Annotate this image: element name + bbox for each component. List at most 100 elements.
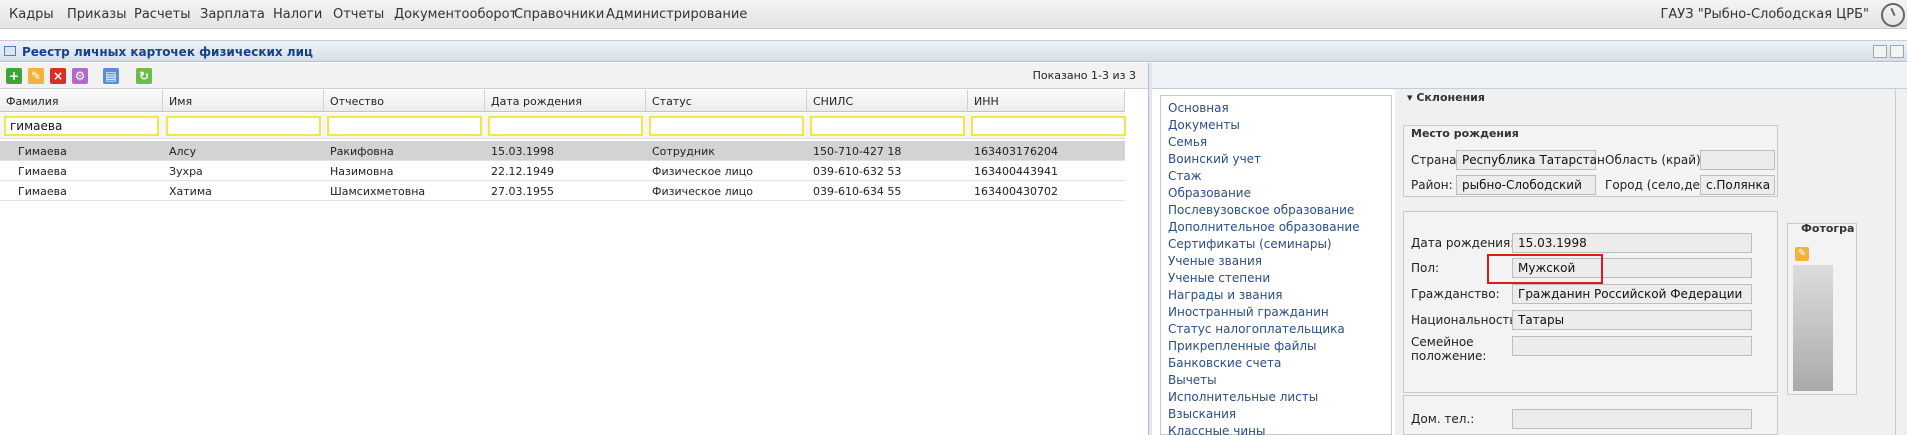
person-card-form: ▾ Склонения Место рождения Страна: Респу… [1395, 89, 1907, 435]
grid-icon [4, 46, 16, 56]
col-inn[interactable]: ИНН [968, 90, 1125, 112]
collapse-icon[interactable] [1890, 45, 1904, 58]
nav-item[interactable]: Прикрепленные файлы [1168, 339, 1317, 353]
panel-splitter[interactable] [1148, 63, 1152, 435]
country-field[interactable]: Республика Татарстан [1456, 150, 1605, 170]
cell-surname: Гимаева [18, 185, 67, 198]
cell-birthdate: 22.12.1949 [491, 165, 554, 178]
menu-administrirovanie[interactable]: Администрирование [606, 7, 747, 22]
delete-icon[interactable]: × [50, 68, 66, 84]
birthplace-legend: Место рождения [1411, 127, 1519, 140]
filter-status-select[interactable] [649, 116, 804, 136]
cell-birthdate: 15.03.1998 [491, 145, 554, 158]
grid-toolbar: + ✎ × ⚙ ▤ ↻ Показано 1-3 из 3 [0, 63, 1148, 89]
birthdate-field[interactable]: 15.03.1998 [1512, 233, 1752, 253]
clock-icon[interactable] [1881, 3, 1905, 27]
menu-kadry[interactable]: Кадры [9, 7, 54, 22]
cell-name: Хатима [169, 185, 212, 198]
cell-name: Алсу [169, 145, 197, 158]
menu-prikazy[interactable]: Приказы [67, 7, 126, 22]
marital-field[interactable] [1512, 336, 1752, 356]
menu-otchety[interactable]: Отчеты [333, 7, 384, 22]
settings-icon[interactable]: ⚙ [72, 68, 88, 84]
table-row[interactable]: Гимаева Алсу Ракифовна 15.03.1998 Сотруд… [0, 141, 1125, 161]
nav-item[interactable]: Исполнительные листы [1168, 390, 1318, 404]
menu-nalogi[interactable]: Налоги [273, 7, 322, 22]
nav-item[interactable]: Стаж [1168, 169, 1202, 183]
nav-item[interactable]: Ученые звания [1168, 254, 1262, 268]
district-field[interactable]: рыбно-Слободский [1456, 175, 1596, 195]
cell-inn: 163400430702 [974, 185, 1058, 198]
nav-item[interactable]: Послевузовское образование [1168, 203, 1354, 217]
cell-snils: 039-610-632 53 [813, 165, 902, 178]
menu-raschety[interactable]: Расчеты [134, 7, 190, 22]
filter-row [0, 113, 1126, 139]
cell-patronymic: Назимовна [330, 165, 394, 178]
nationality-label: Национальность: [1411, 313, 1521, 327]
nav-item[interactable]: Воинский учет [1168, 152, 1261, 166]
nav-item[interactable]: Статус налогоплательщика [1168, 322, 1345, 336]
marital-label-2: положение: [1411, 349, 1487, 363]
col-status[interactable]: Статус [646, 90, 807, 112]
nav-item[interactable]: Образование [1168, 186, 1251, 200]
col-snils[interactable]: СНИЛС [807, 90, 968, 112]
filter-birthdate-input[interactable] [488, 116, 643, 136]
filter-surname-input[interactable] [4, 116, 159, 136]
filter-name-input[interactable] [166, 116, 321, 136]
nav-item[interactable]: Дополнительное образование [1168, 220, 1360, 234]
nav-item[interactable]: Сертификаты (семинары) [1168, 237, 1332, 251]
refresh-icon[interactable]: ↻ [136, 68, 152, 84]
table-row[interactable]: Гимаева Зухра Назимовна 22.12.1949 Физич… [0, 161, 1125, 181]
cell-birthdate: 27.03.1955 [491, 185, 554, 198]
birthdate-label: Дата рождения: [1411, 236, 1515, 250]
menu-zarplata[interactable]: Зарплата [200, 7, 265, 22]
cell-status: Физическое лицо [652, 165, 753, 178]
nav-item[interactable]: Классные чины [1168, 424, 1265, 435]
col-name[interactable]: Имя [163, 90, 324, 112]
nav-item[interactable]: Семья [1168, 135, 1207, 149]
cell-snils: 150-710-427 18 [813, 145, 902, 158]
nav-item[interactable]: Вычеты [1168, 373, 1217, 387]
print-icon[interactable]: ▤ [103, 68, 119, 84]
nav-item[interactable]: Иностранный гражданин [1168, 305, 1329, 319]
menu-spravochniki[interactable]: Справочники [514, 7, 604, 22]
marital-label-1: Семейное [1411, 335, 1474, 349]
col-surname[interactable]: Фамилия [0, 90, 163, 112]
minimize-icon[interactable] [1873, 45, 1887, 58]
cell-inn: 163403176204 [974, 145, 1058, 158]
col-patronymic[interactable]: Отчество [324, 90, 485, 112]
filter-inn-input[interactable] [971, 116, 1126, 136]
top-menu-bar: Кадры Приказы Расчеты Зарплата Налоги От… [0, 0, 1907, 29]
records-count: Показано 1-3 из 3 [1032, 69, 1136, 82]
nationality-field[interactable]: Татары [1512, 310, 1752, 330]
col-birthdate[interactable]: Дата рождения [485, 90, 646, 112]
nav-item[interactable]: Основная [1168, 101, 1229, 115]
region-field[interactable] [1700, 150, 1775, 170]
panel-title: Реестр личных карточек физических лиц [22, 45, 313, 59]
nav-item[interactable]: Ученые степени [1168, 271, 1270, 285]
vertical-scrollbar[interactable] [1895, 89, 1907, 435]
edit-photo-icon[interactable]: ✎ [1795, 247, 1809, 261]
cell-snils: 039-610-634 55 [813, 185, 902, 198]
phone-field[interactable] [1512, 409, 1752, 429]
menu-dokumentooborot[interactable]: Документооборот [394, 7, 517, 22]
nav-item[interactable]: Награды и звания [1168, 288, 1283, 302]
nav-item[interactable]: Документы [1168, 118, 1240, 132]
declensions-label: Склонения [1416, 91, 1485, 104]
table-row[interactable]: Гимаева Хатима Шамсихметовна 27.03.1955 … [0, 181, 1125, 201]
citizenship-field[interactable]: Гражданин Российской Федерации [1512, 284, 1752, 304]
cell-patronymic: Шамсихметовна [330, 185, 426, 198]
photo-label: Фотогра [1801, 222, 1855, 235]
cell-status: Физическое лицо [652, 185, 753, 198]
nav-item[interactable]: Взыскания [1168, 407, 1236, 421]
add-icon[interactable]: + [6, 68, 22, 84]
nav-item[interactable]: Банковские счета [1168, 356, 1281, 370]
city-field[interactable]: с.Полянка [1700, 175, 1775, 195]
card-sections-nav: Основная Документы Семья Воинский учет С… [1160, 95, 1392, 435]
panel-header: Реестр личных карточек физических лиц [0, 40, 1907, 62]
filter-snils-input[interactable] [810, 116, 965, 136]
filter-patronymic-input[interactable] [327, 116, 482, 136]
edit-icon[interactable]: ✎ [28, 68, 44, 84]
cell-surname: Гимаева [18, 165, 67, 178]
declensions-toggle[interactable]: ▾ Склонения [1407, 91, 1485, 104]
